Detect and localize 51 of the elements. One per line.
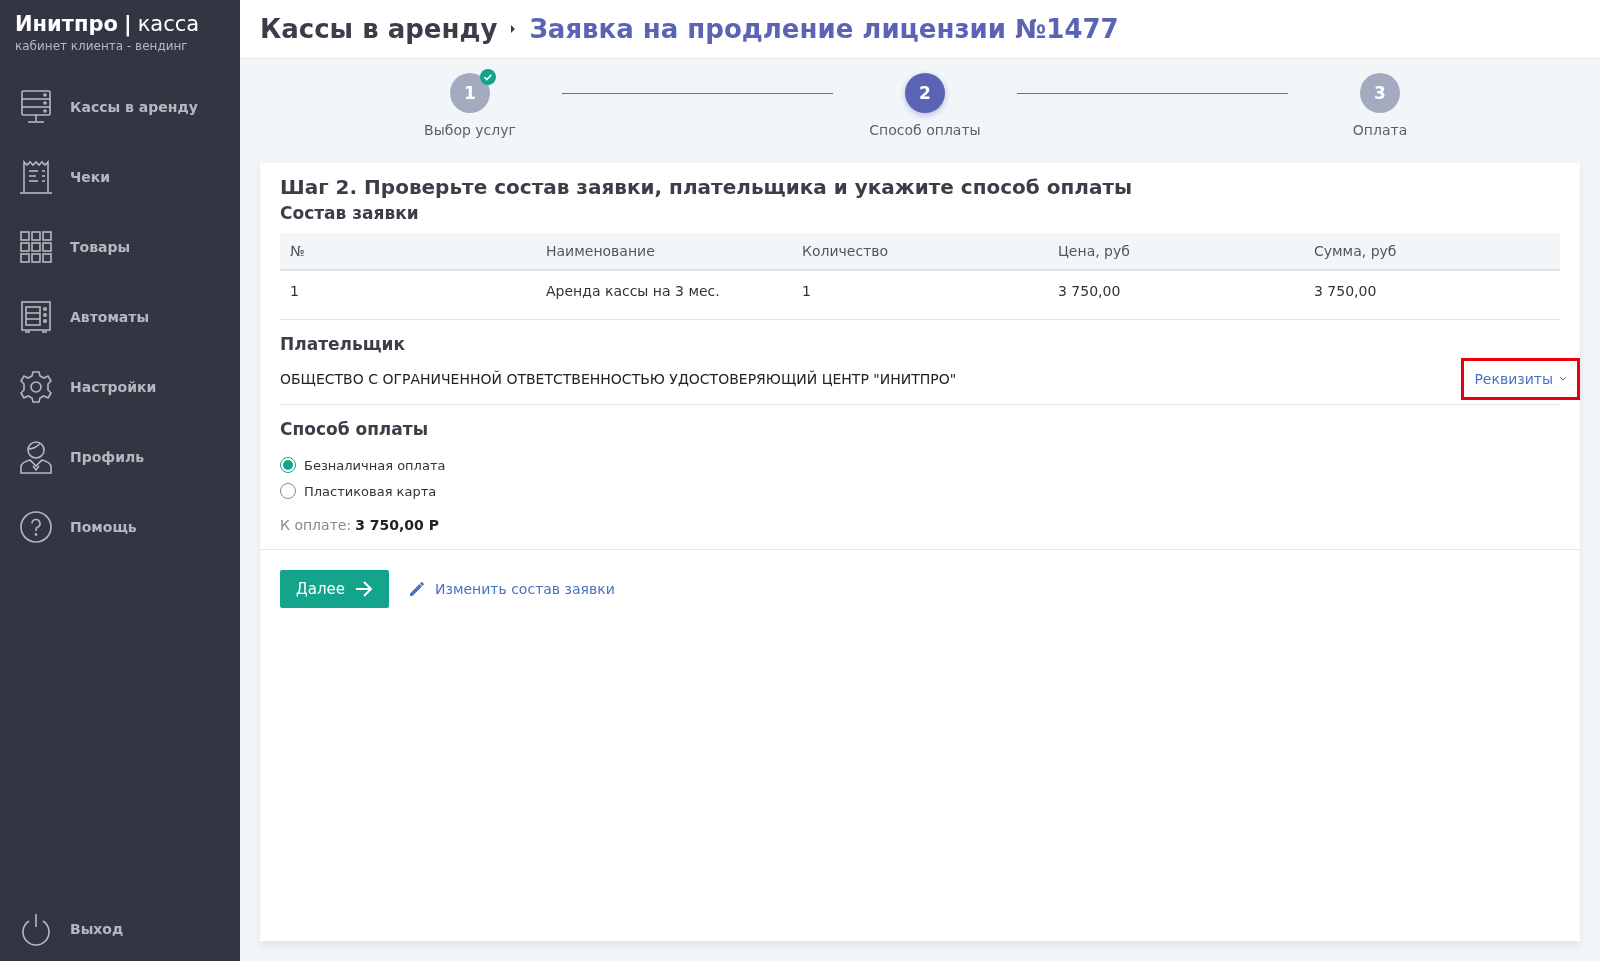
step-circle: 3 bbox=[1360, 73, 1400, 113]
breadcrumb-link[interactable]: Кассы в аренду bbox=[260, 14, 498, 44]
brand-subtitle: кабинет клиента - вендинг bbox=[15, 39, 189, 53]
chevron-down-icon[interactable] bbox=[1559, 376, 1567, 382]
brand-name: Инитпро bbox=[15, 12, 118, 36]
radio-label[interactable]: Безналичная оплата bbox=[304, 457, 446, 473]
column-header: № bbox=[280, 233, 536, 270]
table-cell: 3 750,00 bbox=[1048, 270, 1304, 320]
vending-icon[interactable] bbox=[18, 299, 54, 335]
sidebar-item[interactable]: Профиль bbox=[70, 449, 145, 465]
person-icon[interactable] bbox=[18, 439, 54, 475]
arrow-right-icon[interactable] bbox=[354, 581, 373, 597]
sidebar-item[interactable]: Чеки bbox=[70, 169, 111, 185]
gear-icon[interactable] bbox=[18, 369, 54, 405]
step-circle: 2 bbox=[905, 73, 945, 113]
step-label: Оплата bbox=[1352, 122, 1408, 138]
grid-icon[interactable] bbox=[18, 229, 54, 265]
column-header: Цена, руб bbox=[1048, 233, 1304, 270]
brand-separator: | bbox=[123, 12, 132, 36]
column-header: Наименование bbox=[536, 233, 792, 270]
table-cell: 3 750,00 bbox=[1304, 270, 1560, 320]
page-title: Заявка на продление лицензии №1477 bbox=[529, 14, 1119, 44]
sidebar-item[interactable]: Кассы в аренду bbox=[70, 99, 198, 115]
brand-product: касса bbox=[137, 12, 200, 36]
column-header: Сумма, руб bbox=[1304, 233, 1560, 270]
step-label: Способ оплаты bbox=[869, 122, 981, 138]
step-label: Выбор услуг bbox=[424, 122, 516, 138]
edit-link[interactable]: Изменить состав заявки bbox=[434, 581, 615, 597]
sidebar-item[interactable]: Автоматы bbox=[70, 309, 150, 325]
chevron-icon bbox=[509, 24, 518, 34]
details-link[interactable]: Реквизиты bbox=[1461, 358, 1580, 400]
sidebar-item[interactable]: Настройки bbox=[70, 379, 157, 395]
sidebar-item[interactable]: Помощь bbox=[70, 519, 137, 535]
next-button[interactable]: Далее bbox=[280, 570, 389, 608]
total-value: 3 750,00 Р bbox=[355, 517, 439, 533]
table-cell: 1 bbox=[280, 270, 536, 320]
total-label: К оплате: bbox=[280, 517, 352, 533]
help-icon[interactable] bbox=[18, 509, 54, 545]
receipt-icon[interactable] bbox=[18, 159, 54, 195]
radio-label[interactable]: Пластиковая карта bbox=[304, 483, 437, 499]
section-heading: Плательщик bbox=[280, 334, 406, 354]
table-cell: 1 bbox=[792, 270, 1048, 320]
payer-name: ОБЩЕСТВО С ОГРАНИЧЕННОЙ ОТВЕТСТВЕННОСТЬЮ УДОСТОВЕРЯЮЩИЙ ЦЕНТР "ИНИТПРО" bbox=[280, 371, 957, 387]
logout-item[interactable]: Выход bbox=[70, 921, 124, 937]
register-icon[interactable] bbox=[18, 89, 54, 125]
step-heading: Шаг 2. Проверьте состав заявки, плательщика и укажите способ оплаты bbox=[280, 175, 1134, 199]
column-header: Количество bbox=[792, 233, 1048, 270]
section-heading: Состав заявки bbox=[280, 203, 420, 223]
section-heading: Способ оплаты bbox=[280, 419, 430, 439]
table-cell: Аренда кассы на 3 мес. bbox=[536, 270, 792, 320]
sidebar-item[interactable]: Товары bbox=[70, 239, 131, 255]
